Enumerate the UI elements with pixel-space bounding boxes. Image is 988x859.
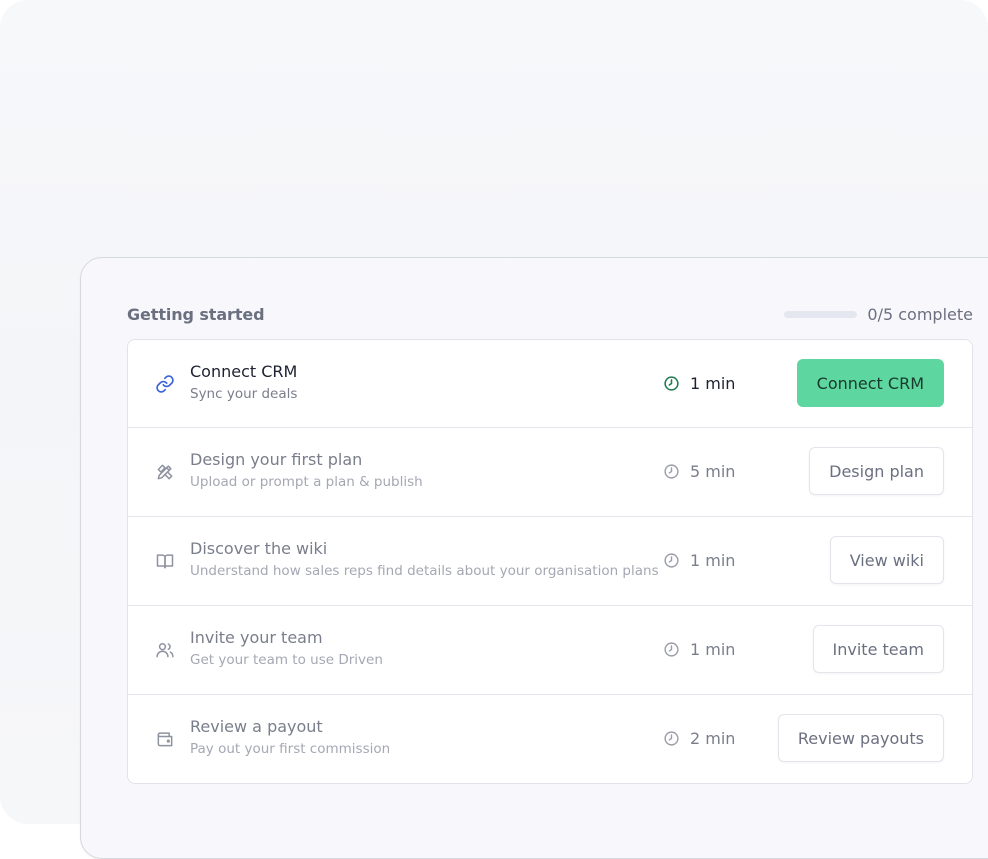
task-duration: 1 min — [663, 640, 735, 659]
task-text: Discover the wiki Understand how sales r… — [190, 539, 659, 580]
task-duration-label: 5 min — [690, 462, 736, 481]
task-title: Review a payout — [190, 717, 323, 736]
clock-icon — [663, 552, 680, 569]
task-subtitle: Upload or prompt a plan & publish — [190, 474, 423, 490]
task-title: Discover the wiki — [190, 539, 328, 558]
task-duration: 1 min — [663, 551, 735, 570]
task-duration-label: 2 min — [690, 729, 736, 748]
panel-header: Getting started 0/5 complete — [127, 302, 973, 326]
task-subtitle: Sync your deals — [190, 386, 298, 402]
task-title: Design your first plan — [190, 450, 363, 469]
task-text: Design your first plan Upload or prompt … — [190, 450, 423, 491]
connect-crm-button[interactable]: Connect CRM — [796, 359, 944, 407]
review-payouts-button[interactable]: Review payouts — [777, 714, 944, 762]
task-duration-label: 1 min — [690, 640, 736, 659]
design-plan-button[interactable]: Design plan — [809, 447, 944, 495]
task-row-design-plan: Design your first plan Upload or prompt … — [128, 427, 972, 516]
progress-bar — [784, 310, 858, 318]
task-duration-label: 1 min — [690, 374, 736, 393]
task-text: Invite your team Get your team to use Dr… — [190, 628, 383, 669]
task-duration-label: 1 min — [690, 551, 736, 570]
progress-indicator: 0/5 complete — [784, 305, 973, 324]
users-icon — [155, 640, 175, 660]
progress-text: 0/5 complete — [867, 304, 973, 324]
clock-icon — [663, 463, 680, 480]
getting-started-panel: Getting started 0/5 complete Connect CRM… — [80, 257, 988, 859]
clock-icon — [663, 641, 680, 658]
task-title: Invite your team — [190, 628, 323, 647]
link-icon — [155, 374, 175, 394]
panel-title: Getting started — [127, 304, 265, 324]
task-row-discover-wiki: Discover the wiki Understand how sales r… — [128, 516, 972, 605]
task-subtitle: Pay out your first commission — [190, 741, 391, 757]
task-title: Connect CRM — [190, 362, 298, 381]
book-icon — [155, 551, 175, 571]
clock-icon — [663, 375, 680, 392]
task-subtitle: Understand how sales reps find details a… — [190, 563, 659, 579]
task-text: Review a payout Pay out your first commi… — [190, 717, 390, 758]
clock-icon — [663, 730, 680, 747]
view-wiki-button[interactable]: View wiki — [829, 536, 944, 584]
task-text: Connect CRM Sync your deals — [190, 362, 297, 403]
task-duration: 5 min — [663, 462, 735, 481]
task-row-connect-crm: Connect CRM Sync your deals 1 min Connec… — [128, 340, 972, 427]
task-duration: 2 min — [663, 729, 735, 748]
task-list: Connect CRM Sync your deals 1 min Connec… — [127, 339, 973, 784]
task-subtitle: Get your team to use Driven — [190, 652, 383, 668]
task-row-review-payout: Review a payout Pay out your first commi… — [128, 694, 972, 783]
task-row-invite-team: Invite your team Get your team to use Dr… — [128, 605, 972, 694]
invite-team-button[interactable]: Invite team — [812, 625, 944, 673]
task-duration: 1 min — [663, 374, 735, 393]
wallet-icon — [155, 729, 175, 749]
design-tools-icon — [155, 462, 175, 482]
